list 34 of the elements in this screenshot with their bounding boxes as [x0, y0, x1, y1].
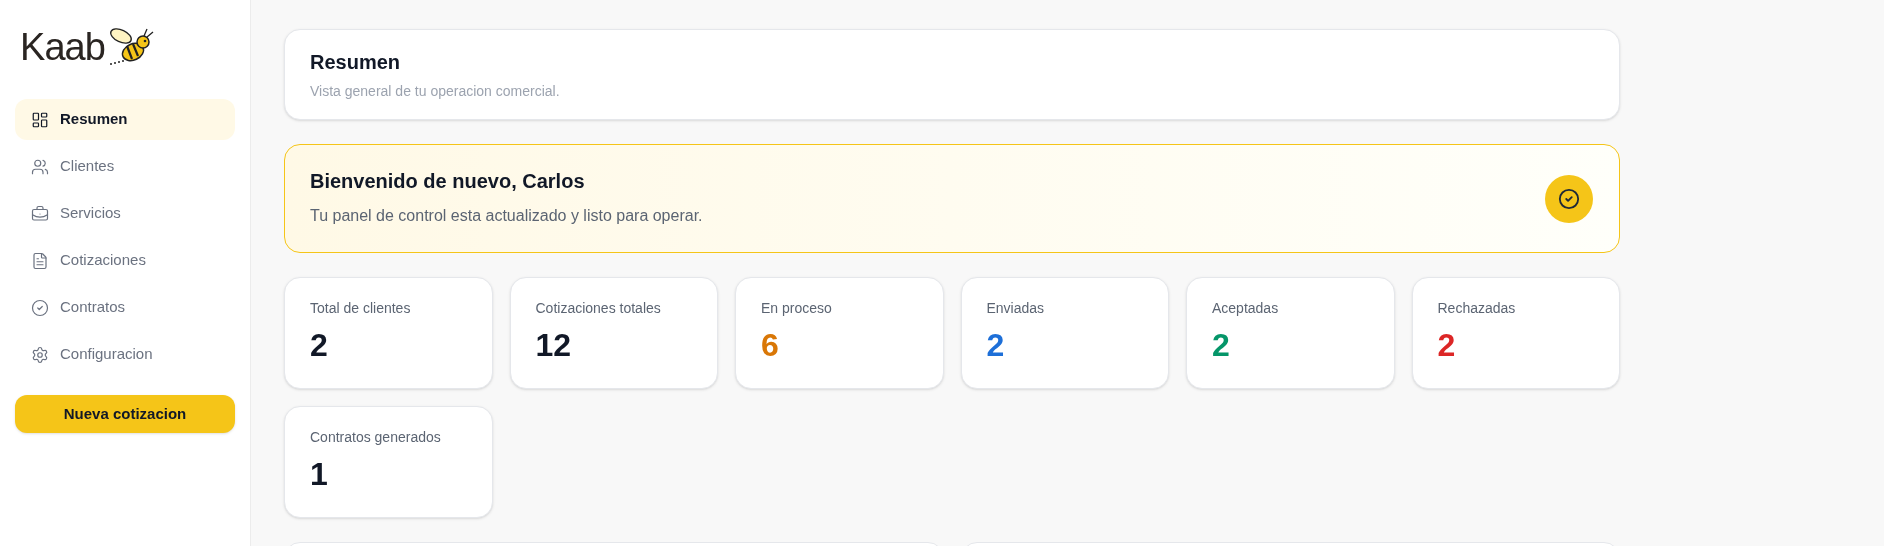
- briefcase-icon: [31, 204, 49, 223]
- logo-text: Kaab: [20, 28, 105, 68]
- check-circle-icon: [1558, 187, 1580, 210]
- page-title: Resumen: [310, 50, 402, 75]
- stat-label: Total de clientes: [310, 299, 412, 318]
- stat-value: 2: [986, 329, 1006, 361]
- nav-item[interactable]: Cotizaciones: [15, 240, 235, 281]
- stat-value: 12: [535, 329, 573, 361]
- page-subtitle: Vista general de tu operacion comercial.: [310, 82, 561, 101]
- stat-value: 6: [761, 329, 780, 361]
- stat-label: En proceso: [761, 299, 833, 318]
- nav-item[interactable]: Servicios: [15, 193, 235, 234]
- stat-value: 2: [1437, 329, 1457, 361]
- stat-value: 2: [310, 329, 329, 361]
- nav-item[interactable]: Configuracion: [15, 334, 235, 375]
- nav-item[interactable]: Contratos: [15, 287, 235, 328]
- nav-item[interactable]: Clientes: [15, 146, 235, 187]
- bee-icon: [108, 26, 155, 68]
- stat-value: 2: [1212, 329, 1231, 361]
- welcome-title: Bienvenido de nuevo, Carlos: [310, 169, 586, 194]
- welcome-message: Tu panel de control esta actualizado y listo para operar.: [310, 206, 703, 226]
- document-icon: [31, 251, 49, 270]
- stat-label: Contratos generados: [310, 428, 442, 447]
- new-quote-button[interactable]: Nueva cotizacion: [15, 395, 235, 433]
- stat-label: Cotizaciones totales: [535, 299, 662, 318]
- nav-item[interactable]: Resumen: [15, 99, 235, 140]
- settings-icon: [31, 345, 49, 364]
- stat-value: 1: [310, 458, 329, 490]
- stat-label: Rechazadas: [1437, 299, 1517, 318]
- users-icon: [31, 157, 49, 176]
- stat-label: Aceptadas: [1212, 299, 1280, 318]
- check-circle-icon: [31, 298, 49, 317]
- stat-label: Enviadas: [986, 299, 1046, 318]
- dashboard-icon: [31, 110, 49, 129]
